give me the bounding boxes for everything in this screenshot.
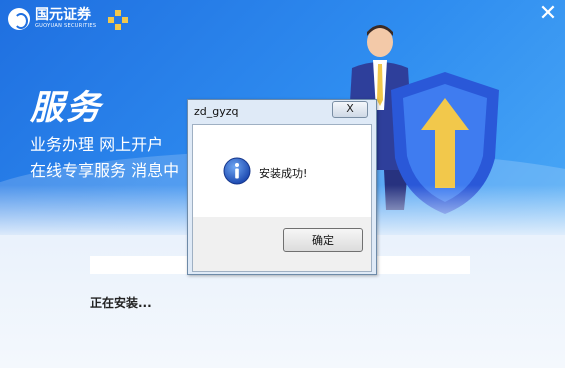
brand-logo-text: 国元证券 GUOYUAN SECURITIES bbox=[35, 8, 96, 30]
installer-window: 国元证券 GUOYUAN SECURITIES ✕ 服务 业务办理 网上开户 在… bbox=[0, 0, 565, 368]
install-status-text: 正在安装... bbox=[90, 296, 152, 310]
ok-button[interactable]: 确定 bbox=[283, 228, 363, 252]
window-close-icon[interactable]: ✕ bbox=[537, 3, 559, 26]
dialog-title: zd_gyzq bbox=[194, 105, 239, 118]
info-icon bbox=[223, 157, 251, 185]
dialog-content: 安装成功! bbox=[193, 125, 371, 217]
dialog-close-button[interactable]: X bbox=[332, 101, 368, 118]
brand-logo-icon bbox=[8, 8, 30, 30]
dialog-message: 安装成功! bbox=[259, 167, 308, 180]
brand-name-en: GUOYUAN SECURITIES bbox=[35, 23, 97, 29]
brand-dots-icon bbox=[108, 10, 128, 30]
brand-logo: 国元证券 GUOYUAN SECURITIES bbox=[8, 8, 96, 30]
banner-line-1: 业务办理 网上开户 bbox=[30, 135, 164, 154]
dialog-body: 安装成功! 确定 bbox=[192, 124, 372, 272]
brand-name-cn: 国元证券 bbox=[35, 7, 91, 23]
banner-headline: 服务 bbox=[30, 88, 102, 128]
message-dialog: zd_gyzq X 安装成功! 确定 bbox=[187, 99, 377, 275]
banner-line-2: 在线专享服务 消息中 bbox=[30, 161, 180, 180]
